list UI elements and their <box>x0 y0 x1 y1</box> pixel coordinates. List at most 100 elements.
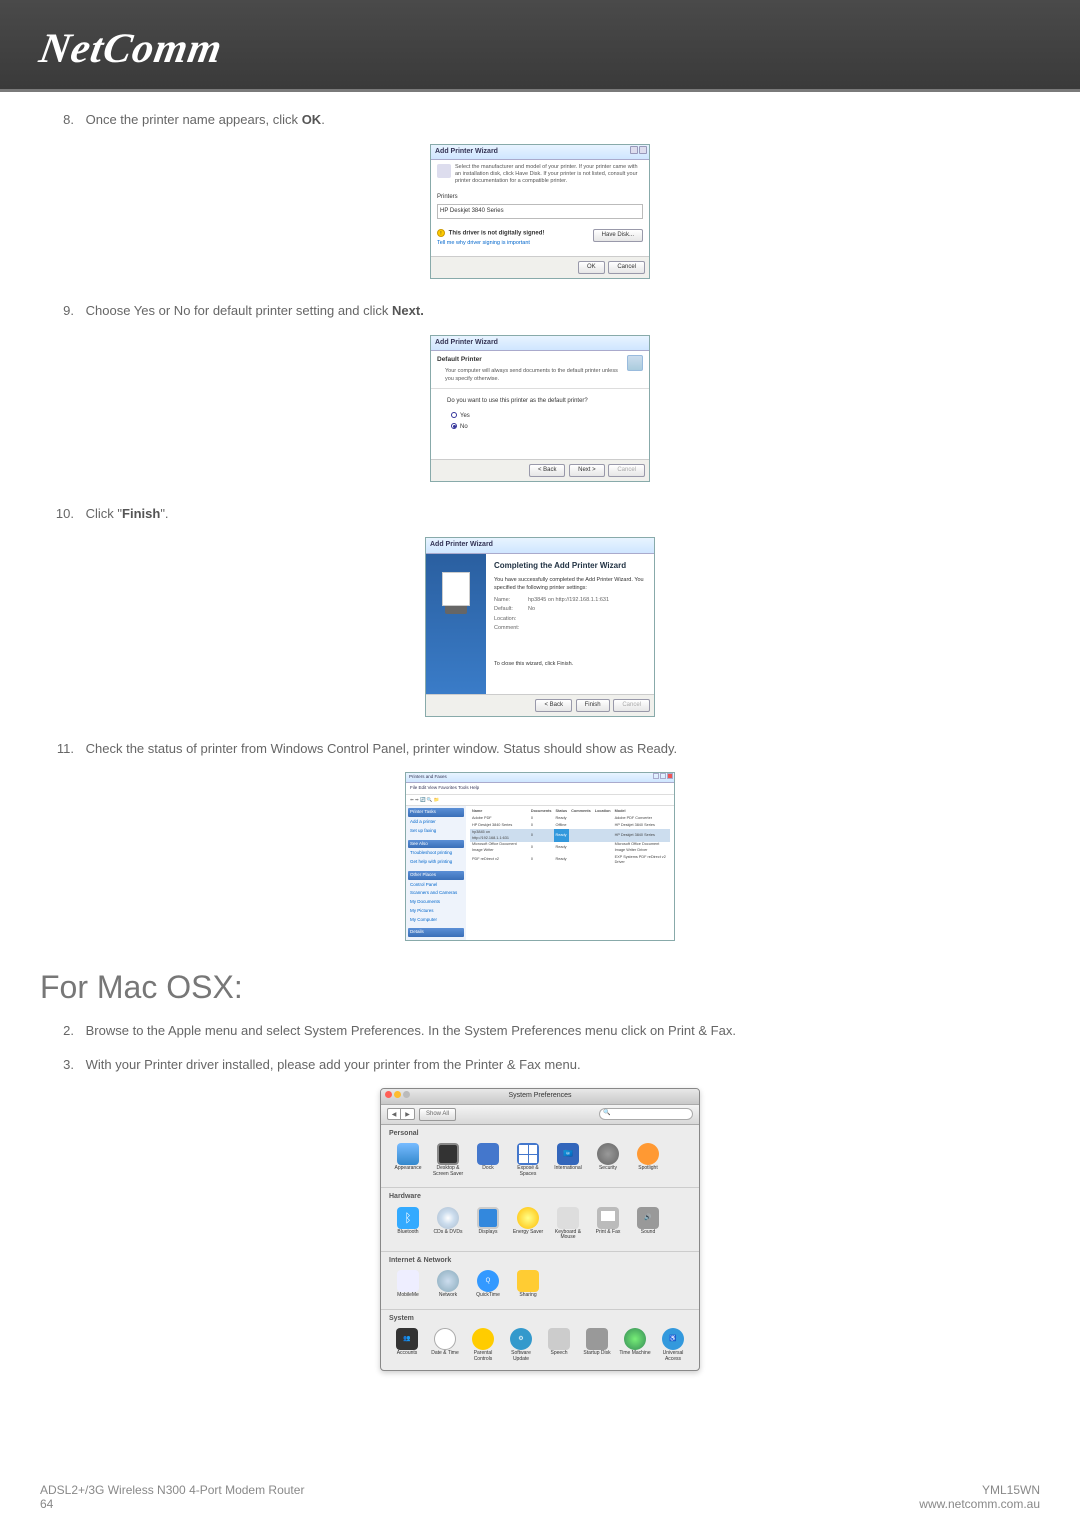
forward-button[interactable]: ▶ <box>401 1108 415 1120</box>
finish-button[interactable]: Finish <box>576 699 610 712</box>
printer-icon <box>627 355 643 371</box>
pref-speech[interactable]: Speech <box>541 1328 577 1362</box>
print-fax-icon <box>597 1207 619 1229</box>
back-button[interactable]: ◀ <box>387 1108 401 1120</box>
have-disk-button[interactable]: Have Disk... <box>593 229 643 242</box>
zoom-icon[interactable] <box>403 1091 410 1098</box>
pref-displays[interactable]: Displays <box>469 1207 507 1241</box>
minimize-icon[interactable] <box>394 1091 401 1098</box>
sidebar-link[interactable]: My Pictures <box>408 907 464 916</box>
keyboard-icon <box>557 1207 579 1229</box>
pref-desktop[interactable]: Desktop & Screen Saver <box>429 1143 467 1177</box>
close-icon[interactable] <box>667 773 673 779</box>
table-row[interactable]: Microsoft Office Document Image Writer0R… <box>470 842 670 854</box>
sidebar-link[interactable]: Control Panel <box>408 881 464 890</box>
search-input[interactable] <box>599 1108 693 1120</box>
pref-startup[interactable]: Startup Disk <box>579 1328 615 1362</box>
table-row[interactable]: Adobe PDF0ReadyAdobe PDF Converter <box>470 816 670 823</box>
pref-intl[interactable]: 🇺🇳International <box>549 1143 587 1177</box>
control-panel-window: Printers and Faxes File Edit View Favori… <box>405 772 675 941</box>
pref-spotlight[interactable]: Spotlight <box>629 1143 667 1177</box>
pref-parental[interactable]: Parental Controls <box>465 1328 501 1362</box>
pref-timemachine[interactable]: Time Machine <box>617 1328 653 1362</box>
figure-wizard-complete: Add Printer Wizard Completing the Add Pr… <box>40 537 1040 717</box>
macosx-heading: For Mac OSX: <box>40 963 1040 1011</box>
radio-yes[interactable] <box>451 412 457 418</box>
quicktime-icon: Q <box>477 1270 499 1292</box>
sidebar-link[interactable]: My Documents <box>408 898 464 907</box>
pref-dock[interactable]: Dock <box>469 1143 507 1177</box>
table-row[interactable]: PDF reDirect v20ReadyEXP Systems PDF reD… <box>470 854 670 866</box>
footer-code: YML15WN <box>919 1483 1040 1497</box>
table-row[interactable]: hp3845 on http://192.168.1.1:6310ReadyHP… <box>470 829 670 841</box>
ok-button[interactable]: OK <box>578 261 605 274</box>
sidebar: Printer Tasks Add a printer Set up faxin… <box>406 806 466 940</box>
close-icon[interactable] <box>639 146 647 154</box>
maximize-icon[interactable] <box>660 773 666 779</box>
sidebar-link[interactable]: My Computer <box>408 916 464 925</box>
spotlight-icon <box>637 1143 659 1165</box>
cancel-button[interactable]: Cancel <box>608 464 645 477</box>
pref-sound[interactable]: 🔊Sound <box>629 1207 667 1241</box>
pref-cds[interactable]: CDs & DVDs <box>429 1207 467 1241</box>
figure-wizard-default-printer: Add Printer Wizard Default Printer Your … <box>40 335 1040 482</box>
pref-keyboard[interactable]: Keyboard & Mouse <box>549 1207 587 1241</box>
clock-icon <box>434 1328 456 1350</box>
pref-quicktime[interactable]: QQuickTime <box>469 1270 507 1299</box>
step-8: 8. Once the printer name appears, click … <box>40 110 1040 130</box>
pref-universal[interactable]: ♿Universal Access <box>655 1328 691 1362</box>
pref-sharing[interactable]: Sharing <box>509 1270 547 1299</box>
next-button[interactable]: Next > <box>569 464 605 477</box>
sidebar-link[interactable]: Get help with printing <box>408 858 464 867</box>
wizard-dialog-complete: Add Printer Wizard Completing the Add Pr… <box>425 537 655 717</box>
radio-no[interactable] <box>451 423 457 429</box>
step-10: 10. Click "Finish". <box>40 504 1040 524</box>
pref-security[interactable]: Security <box>589 1143 627 1177</box>
toolbar: ◀▶ Show All <box>381 1105 699 1125</box>
back-button[interactable]: < Back <box>535 699 572 712</box>
pref-printfax[interactable]: Print & Fax <box>589 1207 627 1241</box>
sidebar-link[interactable]: Set up faxing <box>408 827 464 836</box>
minimize-icon[interactable] <box>653 773 659 779</box>
signing-link[interactable]: Tell me why driver signing is important <box>437 240 530 246</box>
pref-datetime[interactable]: Date & Time <box>427 1328 463 1362</box>
footer-url: www.netcomm.com.au <box>919 1497 1040 1511</box>
wizard-titlebar: Add Printer Wizard <box>431 336 649 352</box>
expose-icon <box>517 1143 539 1165</box>
speech-icon <box>548 1328 570 1350</box>
mac-step-3: 3. With your Printer driver installed, p… <box>40 1055 1040 1075</box>
security-icon <box>597 1143 619 1165</box>
toolbar[interactable]: ⬅ ➡ 🔄 🔍 📁 <box>406 795 674 807</box>
show-all-button[interactable]: Show All <box>419 1108 456 1121</box>
close-icon[interactable] <box>385 1091 392 1098</box>
wizard-titlebar: Add Printer Wizard <box>426 538 654 554</box>
back-button[interactable]: < Back <box>529 464 566 477</box>
step-9: 9. Choose Yes or No for default printer … <box>40 301 1040 321</box>
sound-icon: 🔊 <box>637 1207 659 1229</box>
cancel-button[interactable]: Cancel <box>613 699 650 712</box>
figure-wizard-select-printer: Add Printer Wizard Select the manufactur… <box>40 144 1040 280</box>
pref-appearance[interactable]: Appearance <box>389 1143 427 1177</box>
cancel-button[interactable]: Cancel <box>608 261 645 274</box>
network-icon <box>437 1270 459 1292</box>
wizard-sidebar <box>426 554 486 694</box>
sidebar-link[interactable]: Add a printer <box>408 818 464 827</box>
wizard-titlebar: Add Printer Wizard <box>431 145 649 161</box>
menu-bar[interactable]: File Edit View Favorites Tools Help <box>406 783 674 795</box>
printers-list[interactable]: HP Deskjet 3840 Series <box>437 204 643 219</box>
pref-bluetooth[interactable]: ᛒBluetooth <box>389 1207 427 1241</box>
energy-icon <box>517 1207 539 1229</box>
pref-energy[interactable]: Energy Saver <box>509 1207 547 1241</box>
page-header: NetComm <box>0 0 1080 92</box>
sidebar-link[interactable]: Scanners and Cameras <box>408 889 464 898</box>
figure-control-panel-printers: Printers and Faxes File Edit View Favori… <box>40 772 1040 941</box>
pref-accounts[interactable]: 👥Accounts <box>389 1328 425 1362</box>
step-11: 11. Check the status of printer from Win… <box>40 739 1040 759</box>
pref-mobileme[interactable]: MobileMe <box>389 1270 427 1299</box>
help-icon[interactable] <box>630 146 638 154</box>
pref-network[interactable]: Network <box>429 1270 467 1299</box>
sidebar-link[interactable]: Troubleshoot printing <box>408 849 464 858</box>
pref-software[interactable]: ⚙Software Update <box>503 1328 539 1362</box>
table-row[interactable]: HP Deskjet 3840 Series0OfflineHP Deskjet… <box>470 823 670 830</box>
pref-expose[interactable]: Exposé & Spaces <box>509 1143 547 1177</box>
